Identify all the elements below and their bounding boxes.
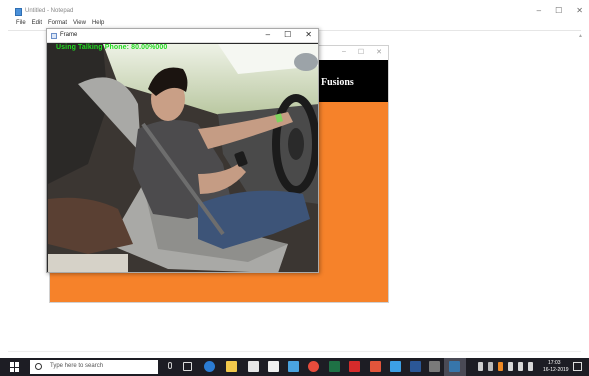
- store-icon[interactable]: [248, 361, 259, 372]
- minimize-button[interactable]: –: [266, 30, 270, 39]
- notification-icon[interactable]: [573, 362, 582, 371]
- paint-icon[interactable]: [370, 361, 381, 372]
- frame-title: Frame: [60, 32, 78, 38]
- menu-file[interactable]: File: [16, 20, 26, 26]
- notepad-window-controls: – ☐ ✕: [537, 6, 583, 15]
- notepad-icon: [15, 8, 22, 16]
- tray-app-icon[interactable]: [498, 362, 503, 371]
- notepad-title: Untitled - Notepad: [25, 8, 74, 14]
- maximize-button[interactable]: ☐: [284, 30, 291, 39]
- windows-start-icon[interactable]: [10, 362, 20, 372]
- maximize-button[interactable]: ☐: [358, 48, 364, 56]
- menu-format[interactable]: Format: [48, 20, 67, 26]
- chevron-up-icon[interactable]: [488, 362, 493, 371]
- frame-window[interactable]: Frame – ☐ ✕ Using Talking Phone: 80.00%0…: [46, 28, 319, 273]
- frame-window-controls: – ☐ ✕: [266, 30, 312, 39]
- chrome-icon[interactable]: [308, 361, 319, 372]
- taskbar-search-box[interactable]: Type here to search: [30, 360, 158, 374]
- fusions-header-text: Fusions: [321, 77, 354, 88]
- battery-icon[interactable]: [508, 362, 513, 371]
- horizontal-scrollbar[interactable]: [8, 351, 581, 355]
- frame-titlebar[interactable]: Frame – ☐ ✕: [47, 29, 318, 43]
- desktop-screen: Untitled - Notepad – ☐ ✕ File Edit Forma…: [0, 0, 589, 376]
- mail-icon[interactable]: [268, 361, 279, 372]
- python-icon[interactable]: [449, 361, 460, 372]
- fusions-window-controls: – ☐ ✕: [342, 48, 382, 56]
- minimize-button[interactable]: –: [342, 48, 346, 56]
- cortana-icon: [35, 363, 42, 370]
- search-placeholder: Type here to search: [50, 363, 104, 369]
- minimize-button[interactable]: –: [537, 6, 541, 15]
- system-tray: [478, 362, 533, 371]
- camera-frame-image: [48, 44, 318, 272]
- file-explorer-icon[interactable]: [226, 361, 237, 372]
- close-button[interactable]: ✕: [376, 48, 382, 56]
- menu-help[interactable]: Help: [92, 20, 104, 26]
- frame-window-icon: [51, 33, 57, 39]
- media-icon[interactable]: [429, 361, 440, 372]
- menu-view[interactable]: View: [73, 20, 86, 26]
- notepad-titlebar[interactable]: Untitled - Notepad – ☐ ✕: [0, 0, 589, 20]
- wifi-icon[interactable]: [518, 362, 523, 371]
- close-button[interactable]: ✕: [305, 30, 312, 39]
- microphone-icon[interactable]: [168, 362, 172, 369]
- photos-icon[interactable]: [288, 361, 299, 372]
- word-icon[interactable]: [410, 361, 421, 372]
- volume-icon[interactable]: [528, 362, 533, 371]
- taskbar: Type here to search 17:03 16-12-2019: [0, 358, 589, 376]
- clock-time[interactable]: 17:03: [548, 360, 561, 366]
- clock-date[interactable]: 16-12-2019: [543, 367, 569, 373]
- task-view-icon[interactable]: [183, 362, 192, 371]
- scroll-up-icon[interactable]: ▲: [578, 33, 583, 39]
- acrobat-icon[interactable]: [349, 361, 360, 372]
- edge-icon[interactable]: [204, 361, 215, 372]
- notepad-app-icon[interactable]: [390, 361, 401, 372]
- notepad-menubar: File Edit Format View Help: [16, 20, 104, 26]
- excel-icon[interactable]: [329, 361, 340, 372]
- people-icon[interactable]: [478, 362, 483, 371]
- close-button[interactable]: ✕: [576, 6, 583, 15]
- maximize-button[interactable]: ☐: [555, 6, 562, 15]
- detection-overlay-text: Using Talking Phone: 80.00%000: [56, 44, 168, 51]
- menu-edit[interactable]: Edit: [32, 20, 42, 26]
